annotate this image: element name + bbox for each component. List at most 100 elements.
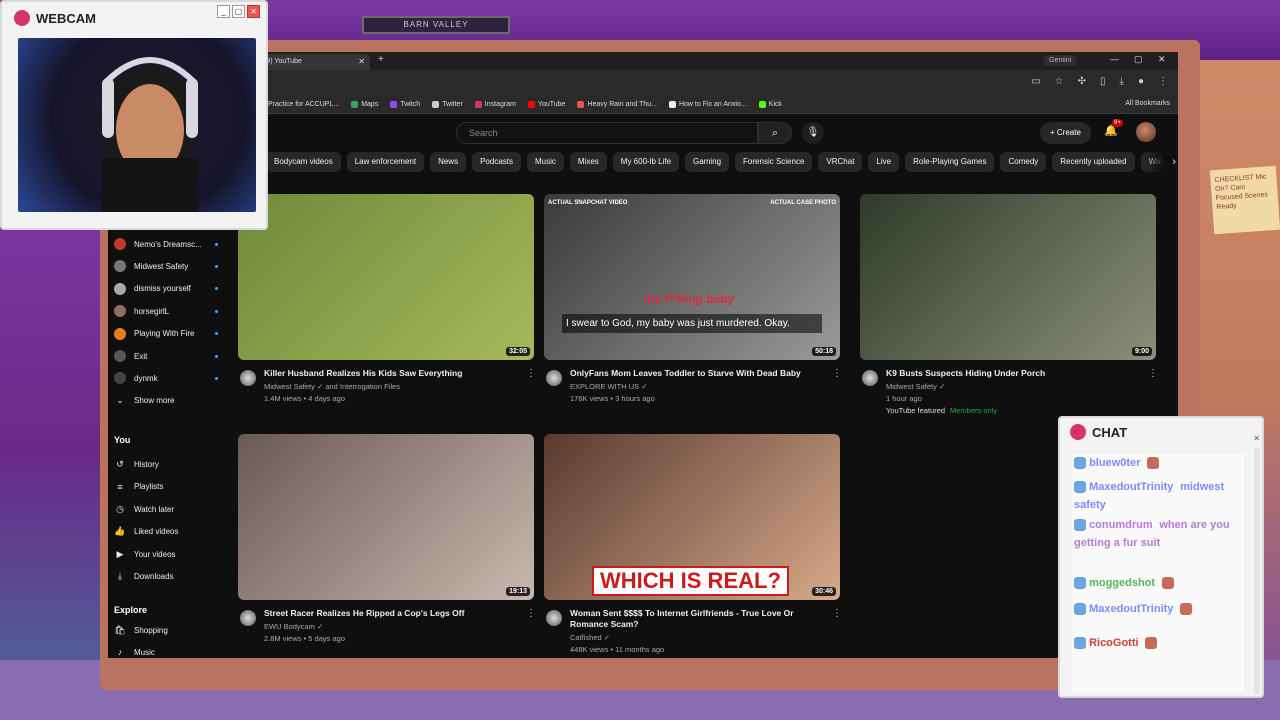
more-options-icon[interactable]: ⋮ — [526, 608, 536, 619]
chat-username[interactable]: MaxedoutTrinity — [1089, 481, 1173, 493]
profile-icon[interactable]: ● — [1138, 76, 1144, 87]
chip-filter[interactable]: News — [430, 152, 467, 172]
close-window-icon[interactable]: ✕ — [1158, 54, 1166, 65]
webcam-close-icon[interactable]: ✕ — [247, 5, 260, 18]
sidebar-item[interactable]: ▶ Your videos — [112, 544, 224, 564]
channel-name[interactable]: Midwest Safety ✓ and Interrogation Files — [264, 381, 400, 393]
video-thumbnail[interactable]: 19:13 — [238, 434, 534, 600]
minimize-icon[interactable]: — — [1110, 54, 1119, 64]
search-input[interactable]: Search — [456, 122, 758, 144]
create-button[interactable]: + Create — [1040, 122, 1091, 144]
chip-filter[interactable]: Recently uploaded — [1052, 152, 1135, 172]
chip-filter[interactable]: Gaming — [685, 152, 730, 172]
channel-name[interactable]: EXPLORE WITH US ✓ — [570, 381, 648, 393]
toolbar-icons: ▭ ☆ ✣ ▯ ⤓ ● ⋮ — [1031, 76, 1168, 87]
star-icon[interactable]: ☆ — [1055, 76, 1064, 87]
cast-icon[interactable]: ▭ — [1031, 76, 1040, 87]
webcam-minimize-icon[interactable]: _ — [217, 5, 230, 18]
show-more-button[interactable]: ⌄ Show more — [112, 391, 224, 411]
sidebar-item[interactable]: 🛍 Shopping — [112, 620, 224, 640]
address-bar[interactable]: ▭ ☆ ✣ ▯ ⤓ ● ⋮ — [108, 70, 1178, 96]
sidepanel-icon[interactable]: ▯ — [1100, 76, 1106, 87]
video-thumbnail[interactable]: 32:05 — [238, 194, 534, 360]
new-tab-icon[interactable]: + — [378, 54, 384, 65]
chip-filter[interactable]: Podcasts — [472, 152, 521, 172]
video-thumbnail[interactable]: 50:18 I swear to God, my baby was just mu… — [544, 194, 840, 360]
video-thumbnail[interactable]: 9:00 — [860, 194, 1156, 360]
video-title[interactable]: Street Racer Realizes He Ripped a Cop's … — [264, 608, 522, 619]
download-icon[interactable]: ⤓ — [1120, 76, 1124, 87]
bookmark-item[interactable]: Kick — [758, 101, 782, 108]
channel-name[interactable]: Catfished ✓ — [570, 632, 610, 644]
maximize-icon[interactable]: ▢ — [1134, 54, 1143, 65]
chat-close-icon[interactable]: ✕ — [1253, 434, 1260, 443]
bookmark-item[interactable]: How to Fix an Anxio... — [668, 101, 747, 108]
account-avatar[interactable] — [1136, 122, 1156, 142]
gemini-button[interactable]: Gemini — [1043, 55, 1078, 66]
chip-filter[interactable]: VRChat — [818, 152, 863, 172]
you-heading[interactable]: You — [114, 435, 130, 445]
chip-filter[interactable]: Role-Playing Games — [905, 152, 995, 172]
bookmark-item[interactable]: Maps — [351, 101, 378, 108]
sidebar-item[interactable]: ⤓ Downloads — [112, 567, 224, 587]
channel-avatar[interactable] — [546, 610, 562, 626]
video-title[interactable]: K9 Busts Suspects Hiding Under Porch — [886, 368, 1144, 379]
video-title[interactable]: OnlyFans Mom Leaves Toddler to Starve Wi… — [570, 368, 828, 379]
chip-filter[interactable]: Music — [527, 152, 564, 172]
more-options-icon[interactable]: ⋮ — [832, 368, 842, 379]
chip-filter[interactable]: Bodycam videos — [266, 152, 341, 172]
chat-message: RicoGotti: — [1074, 634, 1242, 652]
bookmark-item[interactable]: Heavy Rain and Thu... — [577, 101, 657, 108]
sidebar-item[interactable]: ◷ Watch later — [112, 499, 224, 519]
video-title[interactable]: Woman Sent $$$$ To Internet Girlfriends … — [570, 608, 828, 630]
chips-next-icon[interactable]: › — [1146, 152, 1176, 174]
sidebar-subscription[interactable]: dynmk — [112, 368, 224, 388]
chat-username[interactable]: bluew0ter — [1089, 457, 1140, 469]
channel-name[interactable]: EWU Bodycam ✓ — [264, 621, 323, 633]
channel-avatar[interactable] — [862, 370, 878, 386]
tab-youtube[interactable]: (9) YouTube ✕ — [258, 54, 370, 70]
more-options-icon[interactable]: ⋮ — [832, 608, 842, 619]
menu-icon[interactable]: ⋮ — [1158, 76, 1168, 87]
close-tab-icon[interactable]: ✕ — [358, 57, 365, 66]
chip-filter[interactable]: Comedy — [1000, 152, 1047, 172]
bookmark-item[interactable]: Twitch — [390, 101, 420, 108]
chip-filter[interactable]: My 600-lb Life — [612, 152, 680, 172]
chip-filter[interactable]: Mixes — [569, 152, 607, 172]
more-options-icon[interactable]: ⋮ — [1148, 368, 1158, 379]
chip-filter[interactable]: Live — [868, 152, 900, 172]
chat-username[interactable]: RicoGotti — [1089, 637, 1139, 649]
bookmark-item[interactable]: Twitter — [432, 101, 463, 108]
sidebar-item[interactable]: ♪ Music — [112, 642, 224, 658]
webcam-maximize-icon[interactable]: ▢ — [232, 5, 245, 18]
bookmark-item[interactable]: YouTube — [527, 101, 565, 108]
channel-avatar[interactable] — [240, 370, 256, 386]
microphone-icon[interactable]: 🎙 — [802, 122, 824, 144]
sidebar-subscription[interactable]: Exit — [112, 346, 224, 366]
sidebar-subscription[interactable]: dismiss yourself — [112, 279, 224, 299]
chat-username[interactable]: MaxedoutTrinity — [1089, 603, 1173, 615]
channel-avatar[interactable] — [546, 370, 562, 386]
chip-filter[interactable]: Forensic Science — [735, 152, 813, 172]
chat-username[interactable]: moggedshot — [1089, 577, 1155, 589]
extensions-icon[interactable]: ✣ — [1078, 76, 1086, 87]
chat-scrollbar[interactable] — [1254, 448, 1260, 694]
all-bookmarks-link[interactable]: All Bookmarks — [1125, 100, 1170, 107]
sidebar-subscription[interactable]: horsegirlL — [112, 301, 224, 321]
sidebar-item[interactable]: ↺ History — [112, 454, 224, 474]
chip-filter[interactable]: Law enforcement — [346, 152, 425, 172]
sidebar-subscription[interactable]: Playing With Fire — [112, 324, 224, 344]
sidebar-item[interactable]: ≡ Playlists — [112, 477, 224, 497]
channel-name[interactable]: Midwest Safety ✓ — [886, 381, 945, 393]
bookmark-item[interactable]: Practice for ACCUPL... — [258, 101, 339, 108]
search-icon[interactable]: ⌕ — [758, 122, 792, 144]
bookmark-item[interactable]: Instagram — [474, 101, 516, 108]
chat-username[interactable]: conumdrum — [1089, 519, 1153, 531]
channel-avatar[interactable] — [240, 610, 256, 626]
sidebar-subscription[interactable]: Midwest Safety — [112, 256, 224, 276]
sidebar-item[interactable]: 👍 Liked videos — [112, 522, 224, 542]
video-thumbnail[interactable]: 30:46 WHICH IS REAL? — [544, 434, 840, 600]
sidebar-subscription[interactable]: Nemo's Dreamsc... — [112, 234, 224, 254]
more-options-icon[interactable]: ⋮ — [526, 368, 536, 379]
video-title[interactable]: Killer Husband Realizes His Kids Saw Eve… — [264, 368, 522, 379]
